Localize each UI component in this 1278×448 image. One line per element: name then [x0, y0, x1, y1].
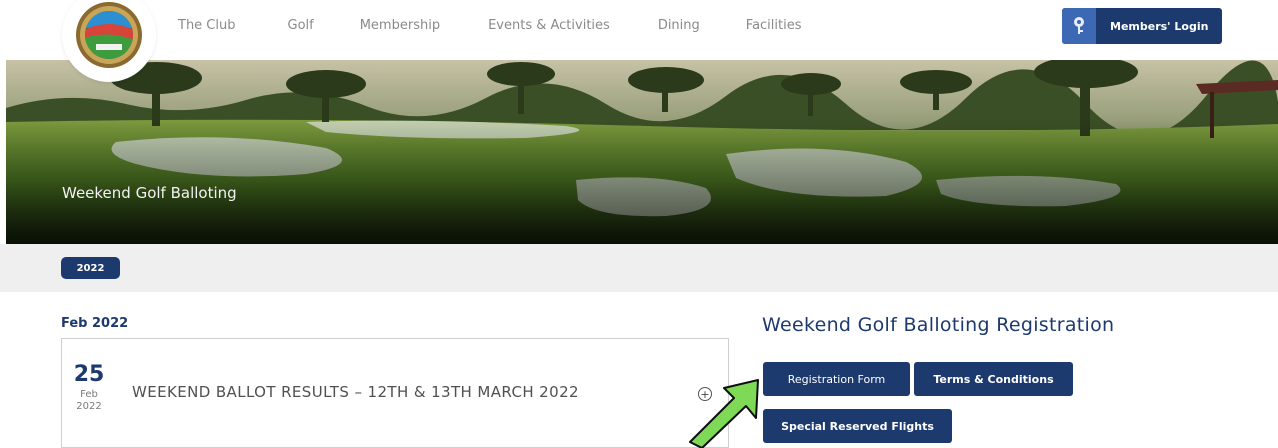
club-crest-icon — [76, 2, 142, 68]
pointer-arrow-icon — [689, 379, 759, 448]
post-card[interactable]: 25 Feb 2022 WEEKEND BALLOT RESULTS – 12T… — [61, 338, 729, 448]
key-icon — [1062, 8, 1096, 44]
nav-item-dining[interactable]: Dining — [658, 18, 700, 33]
hero-banner: Weekend Golf Balloting — [6, 60, 1278, 244]
nav-item-facilities[interactable]: Facilities — [746, 18, 802, 33]
nav-item-golf[interactable]: Golf — [288, 18, 314, 33]
nav-item-membership[interactable]: Membership — [360, 18, 440, 33]
club-logo[interactable] — [62, 0, 156, 82]
nav-item-the-club[interactable]: The Club — [178, 18, 236, 33]
post-title[interactable]: WEEKEND BALLOT RESULTS – 12TH & 13TH MAR… — [132, 383, 579, 401]
golf-course-image — [6, 60, 1278, 244]
main-menu: The Club Golf Membership Events & Activi… — [178, 18, 802, 33]
registration-heading: Weekend Golf Balloting Registration — [762, 314, 1115, 336]
month-heading: Feb 2022 — [61, 316, 129, 331]
post-date-day: 25 — [73, 362, 105, 387]
top-navigation: The Club Golf Membership Events & Activi… — [0, 0, 1278, 82]
page-title: Weekend Golf Balloting — [62, 184, 237, 202]
post-date-year: 2022 — [76, 401, 102, 412]
members-login-button[interactable]: Members' Login — [1062, 8, 1222, 44]
terms-conditions-button[interactable]: Terms & Conditions — [914, 362, 1073, 396]
year-filter-bar: 2022 — [0, 244, 1278, 292]
nav-item-events-activities[interactable]: Events & Activities — [488, 18, 610, 33]
post-date: 25 Feb 2022 — [72, 363, 106, 413]
post-date-month: Feb — [80, 389, 98, 400]
year-filter-2022[interactable]: 2022 — [61, 257, 120, 279]
members-login-label: Members' Login — [1110, 19, 1209, 33]
